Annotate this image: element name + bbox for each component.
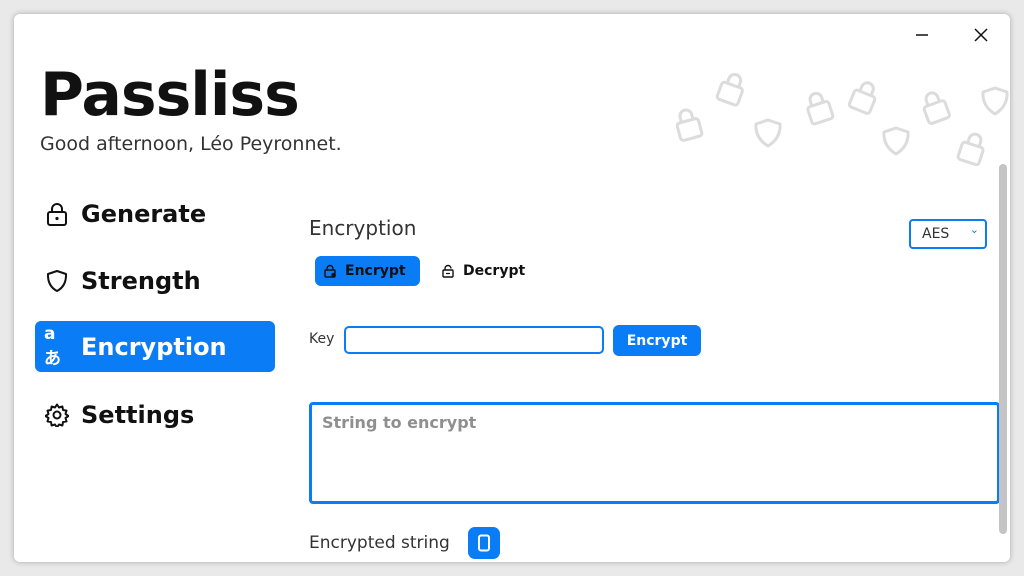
sidebar-item-label: Encryption xyxy=(81,332,227,361)
sidebar-item-encryption[interactable]: aあ Encryption xyxy=(35,321,275,372)
sidebar-item-label: Settings xyxy=(81,400,195,429)
chevron-down-icon: ⌄ xyxy=(969,223,979,236)
minimize-icon xyxy=(916,34,928,36)
lock-icon xyxy=(44,201,70,227)
sidebar-item-label: Strength xyxy=(81,266,201,295)
section-title: Encryption xyxy=(309,216,417,240)
sidebar-item-generate[interactable]: Generate xyxy=(35,188,275,239)
lock-icon xyxy=(323,264,337,278)
gear-icon xyxy=(44,402,70,428)
app-window: Passliss Good afternoon, Léo Peyronnet. … xyxy=(14,14,1010,562)
unlock-icon xyxy=(441,264,455,278)
greeting-text: Good afternoon, Léo Peyronnet. xyxy=(40,133,342,155)
sidebar-item-settings[interactable]: Settings xyxy=(35,389,275,440)
translate-icon: aあ xyxy=(44,324,61,369)
key-input[interactable] xyxy=(344,326,604,354)
algorithm-select[interactable]: AES ⌄ xyxy=(909,219,987,249)
key-label: Key xyxy=(309,331,335,347)
shield-icon xyxy=(44,268,70,294)
decorative-lock-pattern xyxy=(675,72,1009,167)
app-title: Passliss xyxy=(40,60,300,130)
tab-encrypt[interactable]: Encrypt xyxy=(315,256,420,286)
algorithm-selected-value: AES xyxy=(922,226,950,242)
tab-label: Encrypt xyxy=(345,263,406,279)
sidebar-item-label: Generate xyxy=(81,199,207,228)
close-icon xyxy=(974,28,988,42)
sidebar-item-strength[interactable]: Strength xyxy=(35,255,275,306)
encrypt-button[interactable]: Encrypt xyxy=(613,325,701,356)
scrollbar-thumb[interactable] xyxy=(999,164,1007,534)
copy-icon xyxy=(478,534,490,552)
tab-decrypt[interactable]: Decrypt xyxy=(433,256,543,286)
vertical-scrollbar[interactable] xyxy=(999,164,1007,534)
tab-label: Decrypt xyxy=(463,263,526,279)
minimize-button[interactable] xyxy=(906,22,938,48)
close-button[interactable] xyxy=(965,22,997,48)
copy-button[interactable] xyxy=(468,527,500,559)
encrypted-string-label: Encrypted string xyxy=(309,533,450,553)
string-to-encrypt-input[interactable] xyxy=(309,402,1000,504)
